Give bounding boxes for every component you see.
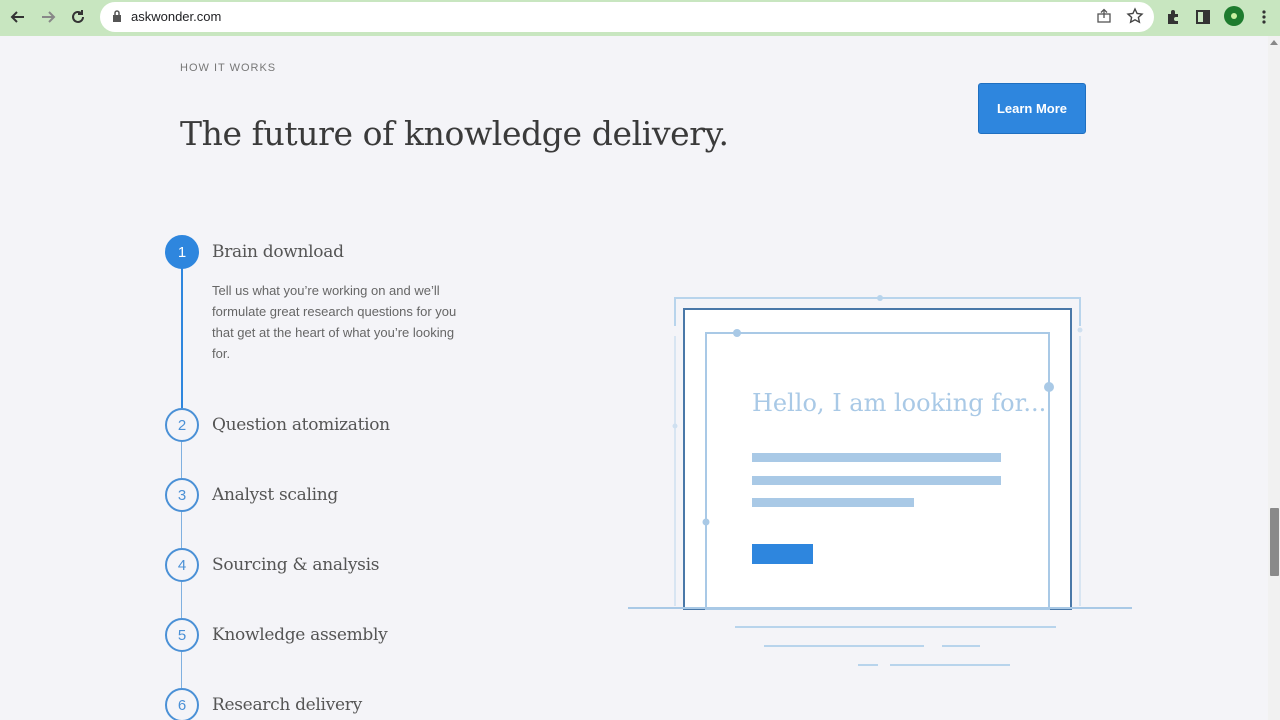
laptop-screen-inner (705, 332, 1050, 610)
scroll-up-arrow-icon[interactable] (1270, 40, 1278, 45)
bookmark-star-icon[interactable] (1126, 7, 1144, 30)
laptop-illustration: Hello, I am looking for... (628, 295, 1132, 666)
step-title-analyst-scaling[interactable]: Analyst scaling (212, 485, 338, 505)
browser-toolbar: askwonder.com (0, 0, 1280, 36)
section-eyebrow: HOW IT WORKS (180, 62, 277, 74)
timeline-line-active (181, 252, 183, 408)
menu-kebab-icon[interactable] (1252, 5, 1276, 29)
lock-icon[interactable] (112, 10, 122, 28)
timeline-line (181, 652, 182, 688)
step-title-sourcing-analysis[interactable]: Sourcing & analysis (212, 555, 379, 575)
step-title-research-delivery[interactable]: Research delivery (212, 695, 362, 715)
screen-dot (702, 518, 710, 526)
timeline-line (181, 442, 182, 478)
step-title-brain-download[interactable]: Brain download (212, 242, 344, 262)
timeline-line (181, 512, 182, 548)
extensions-icon[interactable] (1161, 5, 1185, 29)
step-title-knowledge-assembly[interactable]: Knowledge assembly (212, 625, 388, 645)
illustration-button (752, 544, 813, 564)
frame-dot (672, 423, 678, 429)
forward-icon[interactable] (36, 5, 60, 29)
step-description: Tell us what you’re working on and we’ll… (212, 283, 457, 361)
share-icon[interactable] (1096, 8, 1112, 29)
address-bar[interactable]: askwonder.com (100, 2, 1154, 32)
frame-dot (877, 295, 883, 301)
step-title-question-atomization[interactable]: Question atomization (212, 415, 390, 435)
timeline-line (181, 582, 182, 618)
side-panel-icon[interactable] (1191, 5, 1215, 29)
learn-more-button[interactable]: Learn More (978, 83, 1086, 134)
step-number-3[interactable]: 3 (165, 478, 199, 512)
url-text[interactable]: askwonder.com (131, 9, 221, 24)
illustration-text-line (752, 498, 914, 507)
step-number-2[interactable]: 2 (165, 408, 199, 442)
frame-dot (1077, 327, 1083, 333)
step-number-1[interactable]: 1 (165, 235, 199, 269)
step-number-5[interactable]: 5 (165, 618, 199, 652)
scrollbar-thumb[interactable] (1270, 508, 1279, 576)
illustration-prompt-text: Hello, I am looking for... (752, 389, 1046, 417)
page-scrollbar[interactable] (1268, 36, 1280, 720)
profile-avatar[interactable] (1224, 6, 1244, 26)
illustration-text-line (752, 476, 1001, 485)
step-number-4[interactable]: 4 (165, 548, 199, 582)
back-icon[interactable] (6, 5, 30, 29)
illustration-text-line (752, 453, 1001, 462)
step-number-6[interactable]: 6 (165, 688, 199, 720)
reload-icon[interactable] (66, 5, 90, 29)
screen-dot (733, 329, 741, 337)
page-title: The future of knowledge delivery. (180, 114, 729, 153)
page-content: HOW IT WORKS The future of knowledge del… (0, 36, 1268, 720)
